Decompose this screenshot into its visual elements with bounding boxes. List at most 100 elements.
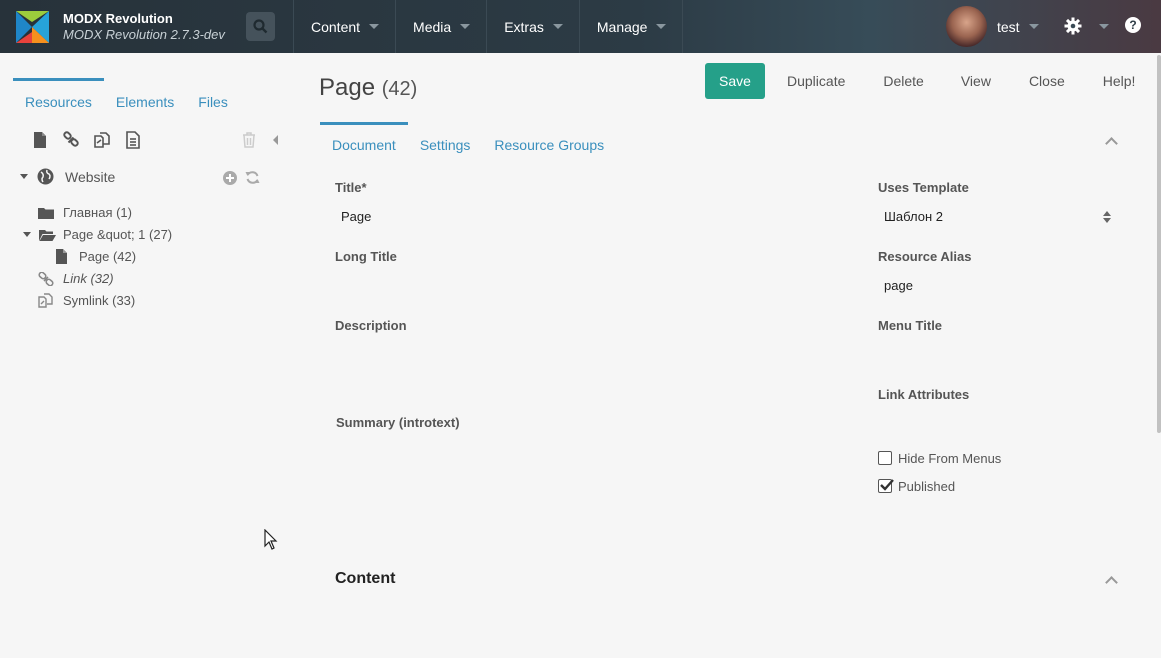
summary-field[interactable]: [341, 441, 841, 521]
document-icon: [56, 249, 67, 264]
tree-toolbar: [30, 130, 143, 150]
nav-media[interactable]: Media: [396, 0, 488, 53]
chevron-down-icon: [369, 24, 380, 29]
brand-version: MODX Revolution 2.7.3-dev: [63, 27, 225, 42]
mouse-cursor-icon: [264, 529, 278, 550]
long-title-field[interactable]: [341, 275, 841, 295]
expand-arrow-icon[interactable]: [23, 232, 31, 237]
duplicate-button[interactable]: Duplicate: [787, 73, 845, 89]
summary-label: Summary (introtext): [336, 415, 460, 430]
description-field[interactable]: [341, 344, 841, 394]
description-label: Description: [335, 318, 407, 333]
collapse-panel-icon[interactable]: [273, 135, 278, 145]
alias-field[interactable]: page: [884, 278, 913, 293]
template-select[interactable]: Шаблон 2: [884, 209, 943, 224]
nav-manage-label: Manage: [596, 18, 648, 35]
nav-extras-label: Extras: [504, 18, 544, 35]
view-button[interactable]: View: [961, 73, 991, 89]
resource-tabs: Document Settings Resource Groups: [320, 122, 616, 158]
save-button[interactable]: Save: [705, 63, 765, 99]
modx-logo-icon[interactable]: [13, 8, 51, 46]
chevron-up-icon[interactable]: [1105, 137, 1118, 150]
chevron-down-icon: [656, 24, 667, 29]
page-title-id: (42): [381, 78, 418, 100]
top-bar: MODX Revolution MODX Revolution 2.7.3-de…: [0, 0, 1161, 53]
search-button[interactable]: [246, 12, 275, 41]
new-static-resource-icon[interactable]: [123, 130, 143, 150]
tab-files[interactable]: Files: [186, 78, 240, 115]
link-attributes-field[interactable]: [884, 413, 1114, 433]
new-weblink-icon[interactable]: [61, 130, 81, 150]
help-icon[interactable]: ?: [1125, 17, 1141, 33]
tab-elements[interactable]: Elements: [104, 78, 186, 115]
published-label: Published: [898, 479, 956, 494]
title-label: Title*: [335, 180, 367, 195]
checkmark-icon: [880, 479, 894, 491]
close-button[interactable]: Close: [1029, 73, 1065, 89]
menu-title-label: Menu Title: [878, 318, 943, 333]
nav-content[interactable]: Content: [294, 0, 397, 53]
action-bar: Save Duplicate Delete View Close Help!: [705, 63, 1135, 99]
title-field[interactable]: Page: [341, 209, 371, 224]
nav-content-label: Content: [311, 18, 361, 35]
chevron-down-icon: [1028, 24, 1039, 29]
tab-settings[interactable]: Settings: [408, 122, 483, 158]
nav-media-label: Media: [413, 18, 452, 35]
content-section-title: Content: [335, 570, 396, 587]
template-label: Uses Template: [878, 180, 969, 195]
tree-item-label: Link (32): [63, 271, 114, 286]
user-menu[interactable]: test: [946, 6, 1039, 47]
nav-extras[interactable]: Extras: [487, 0, 580, 53]
main-nav: Content Media Extras Manage: [293, 0, 684, 53]
page-title: Page (42): [319, 74, 417, 102]
refresh-icon[interactable]: [245, 170, 260, 185]
tree-root-label: Website: [65, 168, 116, 185]
tree-item[interactable]: Link (32): [38, 271, 114, 286]
tree-item[interactable]: Главная (1): [38, 205, 132, 220]
avatar: [946, 6, 987, 47]
new-document-icon[interactable]: [30, 130, 50, 150]
tree-item[interactable]: Symlink (33): [38, 293, 135, 308]
tree-item-label: Page (42): [79, 249, 137, 264]
symlink-icon: [38, 293, 53, 308]
add-icon[interactable]: [223, 171, 237, 185]
alias-label: Resource Alias: [878, 249, 972, 264]
new-symlink-icon[interactable]: [92, 130, 112, 150]
tab-resources[interactable]: Resources: [13, 78, 104, 115]
menu-title-field[interactable]: [884, 344, 1114, 364]
search-icon: [253, 19, 268, 34]
tree-item-label: Page &quot; 1 (27): [63, 227, 173, 242]
hide-from-menus-label: Hide From Menus: [898, 451, 1002, 466]
chevron-down-icon: [1099, 24, 1109, 29]
link-attributes-label: Link Attributes: [878, 387, 970, 402]
tab-resource-groups[interactable]: Resource Groups: [482, 122, 616, 158]
tree-item[interactable]: Page &quot; 1 (27): [23, 227, 172, 242]
folder-open-icon: [39, 229, 56, 241]
tree-root-website[interactable]: Website: [20, 168, 115, 185]
scrollbar[interactable]: [1157, 55, 1161, 433]
delete-button[interactable]: Delete: [883, 73, 923, 89]
nav-manage[interactable]: Manage: [580, 0, 684, 53]
tree-item-current[interactable]: Page (42): [55, 249, 136, 264]
brand-title: MODX Revolution: [63, 11, 173, 26]
published-checkbox[interactable]: [878, 479, 894, 493]
select-arrows-icon[interactable]: [1103, 211, 1111, 223]
globe-icon: [37, 168, 54, 185]
help-button[interactable]: Help!: [1103, 73, 1136, 89]
expand-arrow-icon[interactable]: [20, 174, 28, 179]
chevron-up-icon[interactable]: [1105, 576, 1118, 589]
tab-document[interactable]: Document: [320, 122, 408, 158]
left-tabs: Resources Elements Files: [13, 78, 240, 115]
page-title-text: Page: [319, 74, 376, 101]
tree-item-label: Главная (1): [63, 205, 132, 220]
folder-icon: [38, 207, 54, 219]
chevron-down-icon: [460, 24, 471, 29]
username: test: [997, 18, 1020, 35]
tree-item-label: Symlink (33): [63, 293, 136, 308]
long-title-label: Long Title: [335, 249, 397, 264]
hide-from-menus-checkbox[interactable]: [878, 451, 892, 465]
chevron-down-icon: [552, 24, 563, 29]
link-icon: [38, 271, 54, 286]
trash-icon[interactable]: [241, 131, 257, 149]
gear-icon[interactable]: [1064, 17, 1082, 35]
